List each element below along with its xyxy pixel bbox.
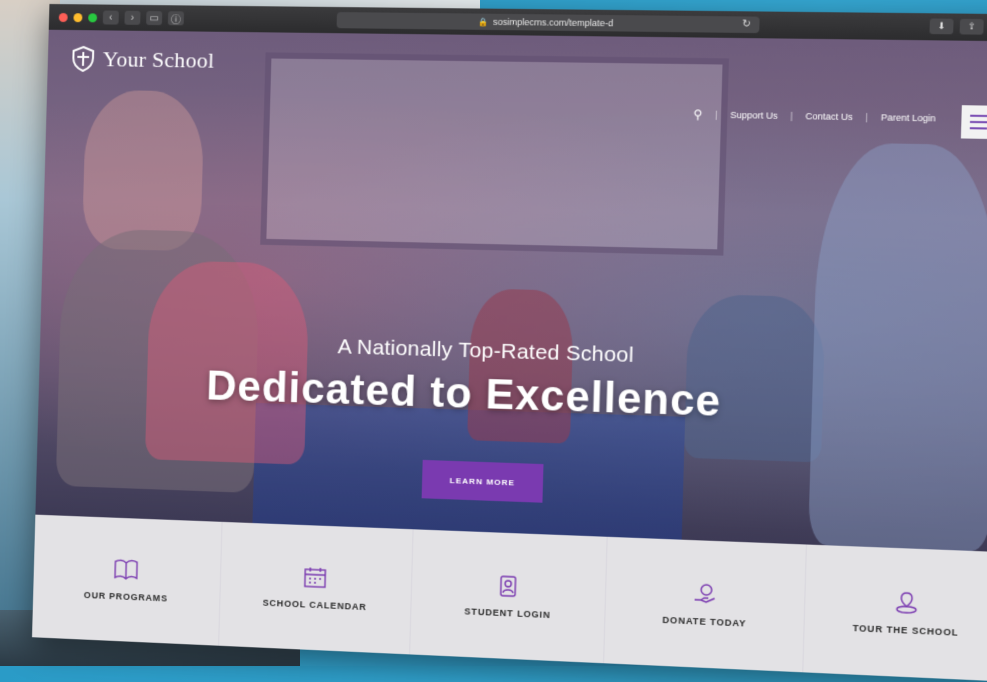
menu-icon-line <box>970 127 987 129</box>
hero-background-image <box>260 52 729 255</box>
minimize-window-button[interactable] <box>73 13 82 22</box>
extensions-icon[interactable]: ⓘ <box>168 11 184 25</box>
shield-icon <box>71 46 95 72</box>
donate-icon <box>691 581 719 607</box>
back-button[interactable]: ‹ <box>103 11 119 25</box>
url-text: sosimplecms.com/template-d <box>493 17 614 29</box>
quick-link-label: TOUR THE SCHOOL <box>852 623 958 638</box>
learn-more-button[interactable]: LEARN MORE <box>422 460 544 503</box>
contact-us-link[interactable]: Contact Us <box>805 111 853 122</box>
tour-icon <box>892 589 921 615</box>
support-us-link[interactable]: Support Us <box>730 110 778 121</box>
menu-icon-line <box>970 121 987 123</box>
quick-link-label: OUR PROGRAMS <box>84 590 168 604</box>
site-name: Your School <box>102 46 214 73</box>
window-controls <box>59 13 97 22</box>
hero-tagline: A Nationally Top-Rated School <box>337 335 634 368</box>
hero-section: Your School ⚲ | Support Us | Contact Us … <box>35 30 987 553</box>
nav-divider: | <box>865 112 868 122</box>
menu-icon-line <box>970 115 987 117</box>
site-logo[interactable]: Your School <box>71 46 215 74</box>
quick-link-donate[interactable]: DONATE TODAY <box>605 537 808 673</box>
lock-icon: 🔒 <box>479 17 489 26</box>
quick-link-student-login[interactable]: STUDENT LOGIN <box>410 529 608 663</box>
hamburger-menu-button[interactable] <box>961 105 987 139</box>
reload-icon[interactable]: ↻ <box>742 18 751 29</box>
student-icon <box>494 573 521 598</box>
share-icon[interactable]: ⇪ <box>960 19 984 35</box>
quick-link-programs[interactable]: OUR PROGRAMS <box>32 515 222 646</box>
sidebar-toggle-icon[interactable]: ▭ <box>146 11 162 25</box>
parent-login-link[interactable]: Parent Login <box>881 112 936 123</box>
laptop-screen: ‹ › ▭ ⓘ 🔒 sosimplecms.com/template-d ↻ ⬇… <box>32 4 987 682</box>
calendar-icon <box>302 565 329 590</box>
quick-link-calendar[interactable]: SCHOOL CALENDAR <box>219 522 413 655</box>
top-navigation: ⚲ | Support Us | Contact Us | Parent Log… <box>693 107 936 125</box>
hero-figure <box>82 90 205 252</box>
browser-actions: ⬇ ⇪ ❐ <box>929 18 987 35</box>
book-icon <box>113 557 139 582</box>
quick-link-label: SCHOOL CALENDAR <box>263 598 367 613</box>
quick-link-label: STUDENT LOGIN <box>464 606 550 620</box>
address-bar[interactable]: 🔒 sosimplecms.com/template-d ↻ <box>337 12 760 33</box>
quick-link-tour[interactable]: TOUR THE SCHOOL <box>803 545 987 682</box>
forward-button[interactable]: › <box>124 11 140 25</box>
nav-divider: | <box>790 111 793 121</box>
maximize-window-button[interactable] <box>88 13 97 22</box>
hero-figure <box>808 142 987 551</box>
search-icon[interactable]: ⚲ <box>693 107 703 122</box>
quick-link-label: DONATE TODAY <box>662 615 746 629</box>
download-icon[interactable]: ⬇ <box>929 18 953 34</box>
close-window-button[interactable] <box>59 13 68 22</box>
nav-divider: | <box>715 110 718 120</box>
